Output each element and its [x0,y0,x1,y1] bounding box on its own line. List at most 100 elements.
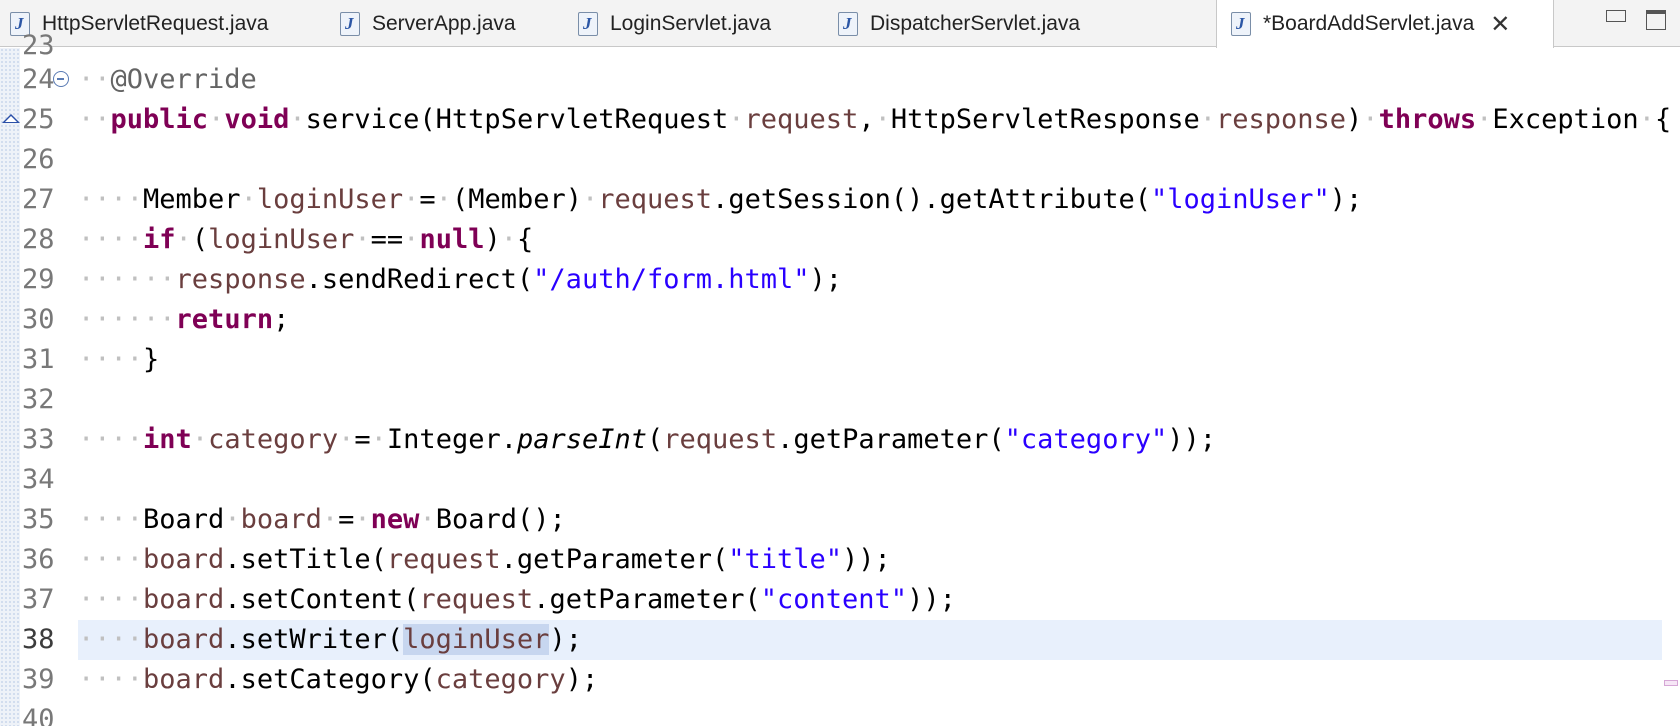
whitespace: · [224,504,241,535]
keyword: new [370,504,420,535]
whitespace: ···· [78,504,144,535]
whitespace: · [435,184,452,215]
whitespace: ···· [78,544,144,575]
whitespace: ······ [78,304,176,335]
code-text: HttpServletResponse [890,104,1200,135]
line-number: 32 [22,384,55,415]
code-line-30[interactable]: ······return; [78,300,289,340]
code-line-28[interactable]: ····if·(loginUser·==·null)·{ [78,220,533,260]
code-line-35[interactable]: ····Board·board·=·new·Board(); [78,500,566,540]
variable: board [143,584,225,615]
whitespace: · [874,104,891,135]
code-editor[interactable]: 23 24 25 26 27 28 29 30 31 32 33 34 35 3… [0,30,1680,726]
java-file-icon: J [1231,12,1251,36]
collapse-icon[interactable] [53,71,69,87]
line-number: 31 [22,344,55,375]
code-text: } [143,344,160,375]
code-text: Member [143,184,241,215]
line-number: 28 [22,224,55,255]
variable: request [419,584,534,615]
string-literal: "category" [1004,424,1168,455]
tab-serverapp[interactable]: J ServerApp.java [340,0,516,47]
tab-dispatcherservlet[interactable]: J DispatcherServlet.java [838,0,1080,47]
code-line-37[interactable]: ····board.setContent(request.getParamete… [78,580,956,620]
close-tab-icon[interactable]: ✕ [1490,12,1510,36]
code-text: .setTitle( [224,544,387,575]
keyword: throws [1378,104,1477,135]
tab-boardaddservlet[interactable]: J *BoardAddServlet.java ✕ [1216,0,1554,48]
tab-label: *BoardAddServlet.java [1263,12,1475,35]
annotation-ruler [0,48,20,726]
line-number: 29 [22,264,55,295]
line-number: 34 [22,464,55,495]
variable: request [386,544,501,575]
whitespace: · [403,224,420,255]
tab-label: ServerApp.java [372,11,516,35]
java-file-icon: J [578,11,598,36]
whitespace: · [582,184,599,215]
string-literal: "loginUser" [1150,184,1330,215]
keyword: void [224,104,290,135]
keyword: return [175,304,274,335]
code-text: = [419,184,436,215]
code-text: { [517,224,534,255]
override-marker-icon [2,114,20,123]
whitespace: · [1638,104,1655,135]
keyword: if [143,224,176,255]
code-text: .getSession().getAttribute( [712,184,1151,215]
code-text: .setContent( [224,584,420,615]
code-text: = [338,504,355,535]
whitespace: · [1476,104,1493,135]
code-text: ) [484,224,501,255]
selected-occurrence: loginUser [403,624,550,655]
code-line-27[interactable]: ····Member·loginUser·=·(Member)·request.… [78,180,1362,220]
maximize-icon[interactable] [1646,10,1666,30]
code-text: .getParameter( [777,424,1005,455]
variable: loginUser [256,184,404,215]
whitespace: · [403,184,420,215]
variable: board [240,504,322,535]
whitespace: · [354,504,371,535]
variable: board [143,624,225,655]
code-text: Exception [1492,104,1639,135]
code-line-38[interactable]: ····board.setWriter(loginUser); [78,620,582,660]
code-text: = [354,424,371,455]
whitespace: · [321,504,339,535]
minimize-icon[interactable] [1606,10,1626,22]
static-method: parseInt [516,424,648,455]
line-number: 33 [22,424,55,455]
code-line-33[interactable]: ····int·category·=·Integer.parseInt(requ… [78,420,1216,460]
keyword: int [143,424,192,455]
keyword: public [110,104,209,135]
whitespace: · [1199,104,1216,135]
code-text: .sendRedirect( [305,264,534,295]
code-text: (Member) [451,184,582,215]
whitespace: ···· [78,344,144,375]
string-literal: "title" [728,544,843,575]
whitespace: ···· [78,664,144,695]
code-text: )); [1167,424,1216,455]
code-line-31[interactable]: ····} [78,340,159,380]
variable: response [1215,104,1347,135]
code-text: ( [647,424,664,455]
whitespace: · [338,424,355,455]
whitespace: · [354,224,371,255]
code-text: Integer. [386,424,517,455]
code-line-29[interactable]: ······response.sendRedirect("/auth/form.… [78,260,842,300]
code-text: Board [143,504,225,535]
code-line-24[interactable]: ··@Override [78,60,257,100]
java-file-icon: J [340,11,360,36]
code-text: ); [809,264,843,295]
code-line-36[interactable]: ····board.setTitle(request.getParameter(… [78,540,891,580]
overview-ruler-marker[interactable] [1664,680,1678,686]
tab-loginservlet[interactable]: J LoginServlet.java [578,0,771,47]
whitespace: · [419,504,436,535]
variable: request [663,424,778,455]
whitespace: ···· [78,184,144,215]
line-number: 36 [22,544,55,575]
code-line-25[interactable]: ··public·void·service(HttpServletRequest… [78,100,1671,140]
code-text: Board(); [435,504,566,535]
code-line-39[interactable]: ····board.setCategory(category); [78,660,598,700]
code-text: ; [273,304,290,335]
whitespace: · [175,224,192,255]
